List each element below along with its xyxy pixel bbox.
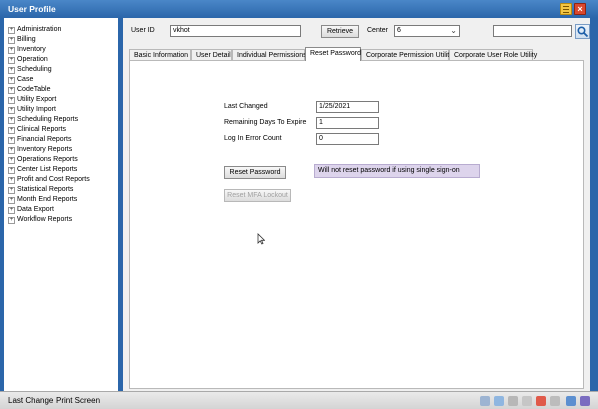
expand-icon[interactable]: + <box>8 197 15 204</box>
reset-password-panel: Last Changed 1/25/2021 Remaining Days To… <box>129 60 584 389</box>
retrieve-button[interactable]: Retrieve <box>321 25 359 38</box>
chevron-down-icon: ⌄ <box>450 26 457 35</box>
navigation-tree: + Administration + Billing + Inventory + Ope… <box>4 18 118 391</box>
tree-item[interactable]: + Inventory <box>8 45 46 55</box>
tree-item[interactable]: + Utility Import <box>8 105 56 115</box>
last-changed-label: Last Changed <box>224 103 268 110</box>
window-icon[interactable] <box>566 396 576 406</box>
tree-item[interactable]: + Month End Reports <box>8 195 77 205</box>
expand-icon[interactable]: + <box>8 147 15 154</box>
login-error-count-label: Log In Error Count <box>224 135 282 142</box>
tree-item[interactable]: + Statistical Reports <box>8 185 73 195</box>
tree-item[interactable]: + Administration <box>8 25 61 35</box>
delete-icon[interactable] <box>536 396 546 406</box>
expand-icon[interactable]: + <box>8 127 15 134</box>
expand-icon[interactable]: + <box>8 77 15 84</box>
expand-icon[interactable]: + <box>8 37 15 44</box>
tab-reset-password[interactable]: Reset Password <box>305 47 361 61</box>
title-bar: User Profile × <box>0 0 598 18</box>
tree-item[interactable]: + Utility Export <box>8 95 56 105</box>
expand-icon[interactable]: + <box>8 177 15 184</box>
last-changed-field[interactable]: 1/25/2021 <box>316 101 379 113</box>
expand-icon[interactable]: + <box>8 27 15 34</box>
copy-icon[interactable] <box>508 396 518 406</box>
tree-item[interactable]: + Data Export <box>8 205 54 215</box>
print-screen-link[interactable]: Print Screen <box>56 396 100 405</box>
expand-icon[interactable]: + <box>8 87 15 94</box>
user-id-label: User ID <box>131 27 155 34</box>
refresh-icon[interactable] <box>522 396 532 406</box>
tree-item[interactable]: + Profit and Cost Reports <box>8 175 90 185</box>
tree-item[interactable]: + Scheduling Reports <box>8 115 78 125</box>
tree-item[interactable]: + Inventory Reports <box>8 145 72 155</box>
status-bar: Last Change Print Screen <box>0 391 598 409</box>
expand-icon[interactable]: + <box>8 57 15 64</box>
tree-item[interactable]: + Workflow Reports <box>8 215 72 225</box>
login-error-count-field[interactable]: 0 <box>316 133 379 145</box>
expand-icon[interactable]: + <box>8 137 15 144</box>
mouse-cursor-icon <box>257 233 265 245</box>
reset-mfa-lockout-button[interactable]: Reset MFA Lockout <box>224 189 291 202</box>
expand-icon[interactable]: + <box>8 67 15 74</box>
user-id-input[interactable]: vkhot <box>170 25 301 37</box>
window-frame-right <box>590 18 598 391</box>
tree-item[interactable]: + CodeTable <box>8 85 50 95</box>
expand-icon[interactable]: + <box>8 207 15 214</box>
reset-password-button[interactable]: Reset Password <box>224 166 286 179</box>
expand-icon[interactable]: + <box>8 97 15 104</box>
tree-item[interactable]: + Operations Reports <box>8 155 78 165</box>
expand-icon[interactable]: + <box>8 167 15 174</box>
tree-item[interactable]: + Clinical Reports <box>8 125 66 135</box>
main-content: User ID vkhot Retrieve Center 6 ⌄ Basic … <box>123 18 590 391</box>
search-icon <box>577 26 589 38</box>
expand-icon[interactable]: + <box>8 187 15 194</box>
help-icon[interactable] <box>580 396 590 406</box>
document-icon[interactable] <box>494 396 504 406</box>
tree-item[interactable]: + Operation <box>8 55 48 65</box>
center-select[interactable]: 6 ⌄ <box>394 25 460 37</box>
tree-item[interactable]: + Scheduling <box>8 65 52 75</box>
window-title: User Profile <box>8 4 56 14</box>
last-change-link[interactable]: Last Change <box>8 396 53 405</box>
separator-icon <box>550 396 560 406</box>
expand-icon[interactable]: + <box>8 47 15 54</box>
tree-item[interactable]: + Center List Reports <box>8 165 77 175</box>
expand-icon[interactable]: + <box>8 117 15 124</box>
info-icon[interactable] <box>480 396 490 406</box>
expand-icon[interactable]: + <box>8 157 15 164</box>
search-input[interactable] <box>493 25 572 37</box>
edit-icon[interactable] <box>560 3 572 15</box>
close-icon[interactable]: × <box>574 3 586 15</box>
tree-item[interactable]: + Case <box>8 75 33 85</box>
expand-icon[interactable]: + <box>8 107 15 114</box>
center-select-value: 6 <box>397 27 401 34</box>
expand-icon[interactable]: + <box>8 217 15 224</box>
sso-note: Will not reset password if using single … <box>314 164 480 178</box>
remaining-days-label: Remaining Days To Expire <box>224 119 307 126</box>
tree-item[interactable]: + Financial Reports <box>8 135 71 145</box>
center-label: Center <box>367 27 389 34</box>
tree-item[interactable]: + Billing <box>8 35 36 45</box>
remaining-days-field[interactable]: 1 <box>316 117 379 129</box>
search-button[interactable] <box>575 24 590 39</box>
